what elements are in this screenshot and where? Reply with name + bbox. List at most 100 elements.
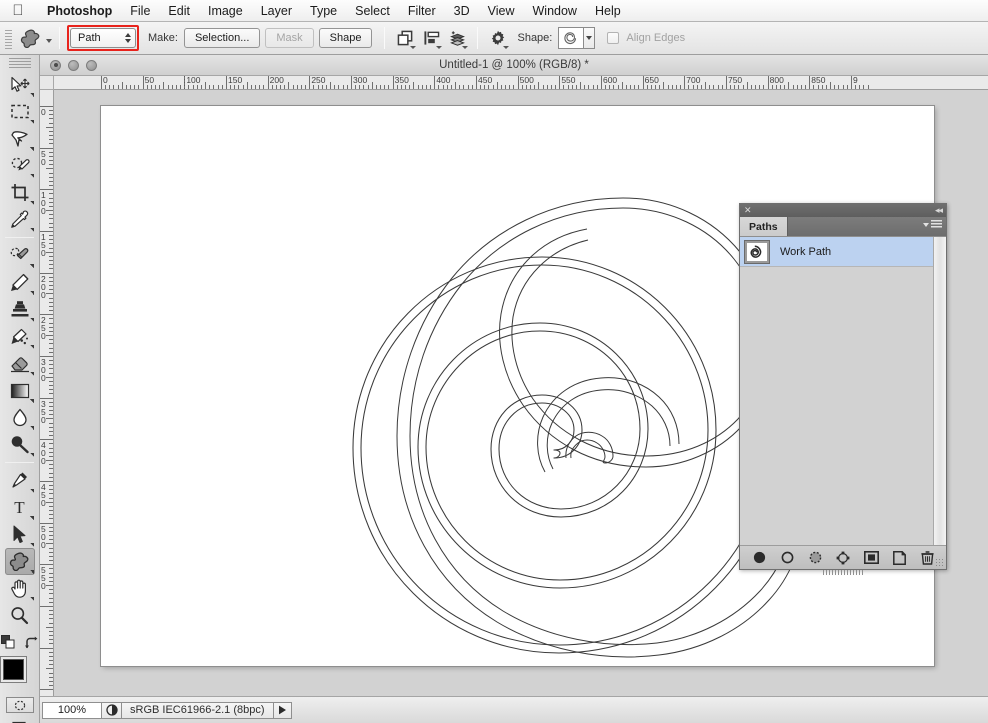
- panel-drag-handle[interactable]: [823, 570, 863, 575]
- ruler-label: 850: [809, 76, 825, 85]
- divider: [477, 27, 478, 49]
- document-info-icon[interactable]: [102, 702, 122, 719]
- quick-selection-tool[interactable]: [5, 152, 35, 179]
- menu-item-file[interactable]: File: [121, 0, 159, 22]
- options-bar-grip[interactable]: [3, 26, 13, 50]
- menu-item-layer[interactable]: Layer: [252, 0, 301, 22]
- flyout-indicator-icon: [30, 489, 34, 493]
- align-edges-checkbox[interactable]: Align Edges: [607, 32, 691, 44]
- menu-item-3d[interactable]: 3D: [445, 0, 479, 22]
- tool-preset-chevron-down-icon[interactable]: [46, 39, 52, 43]
- gear-icon[interactable]: [485, 25, 511, 51]
- flyout-indicator-icon: [30, 426, 34, 430]
- menu-item-window[interactable]: Window: [524, 0, 586, 22]
- play-arrow-icon[interactable]: [274, 702, 292, 719]
- ruler-label: 650: [643, 76, 659, 85]
- checkbox-box[interactable]: [607, 32, 619, 44]
- lasso-tool[interactable]: [5, 125, 35, 152]
- zoom-level-input[interactable]: 100%: [42, 702, 102, 719]
- ruler-label: 100: [41, 191, 49, 215]
- vertical-ruler[interactable]: 050100150200250300350400450500550: [40, 90, 54, 696]
- toolbar-divider: [5, 462, 34, 463]
- ruler-label: 9: [851, 76, 858, 85]
- panel-resize-grip[interactable]: [935, 558, 944, 567]
- quick-mask-icon[interactable]: [6, 697, 34, 713]
- history-brush-tool[interactable]: [5, 323, 35, 350]
- menu-item-photoshop[interactable]: Photoshop: [38, 0, 121, 22]
- menu-item-type[interactable]: Type: [301, 0, 346, 22]
- menu-item-view[interactable]: View: [479, 0, 524, 22]
- foreground-color-swatch[interactable]: [3, 659, 24, 680]
- rectangular-marquee-tool[interactable]: [5, 98, 35, 125]
- menu-item-filter[interactable]: Filter: [399, 0, 445, 22]
- eyedropper-tool[interactable]: [5, 206, 35, 233]
- path-operations-icon[interactable]: [392, 25, 418, 51]
- custom-shape-picker[interactable]: [558, 27, 595, 49]
- panel-scrollbar[interactable]: [933, 237, 946, 545]
- move-tool[interactable]: [5, 71, 35, 98]
- tool-mode-select[interactable]: Path: [70, 28, 136, 48]
- eraser-tool[interactable]: [5, 350, 35, 377]
- pen-tool[interactable]: [5, 467, 35, 494]
- spot-healing-brush-tool[interactable]: [5, 242, 35, 269]
- default-colors-icon[interactable]: [1, 635, 16, 653]
- crop-tool[interactable]: [5, 179, 35, 206]
- dodge-tool[interactable]: [5, 431, 35, 458]
- path-alignment-icon[interactable]: [418, 25, 444, 51]
- add-layer-mask-icon[interactable]: [862, 548, 881, 567]
- ruler-label: 350: [393, 76, 409, 85]
- menu-item-help[interactable]: Help: [586, 0, 630, 22]
- panel-menu-icon[interactable]: [923, 220, 942, 229]
- list-item[interactable]: Work Path: [740, 237, 946, 267]
- panel-title-bar[interactable]: ✕ ◂◂: [740, 204, 946, 217]
- divider: [384, 27, 385, 49]
- flyout-indicator-icon: [30, 516, 34, 520]
- flyout-indicator-icon: [30, 372, 34, 376]
- flyout-indicator-icon: [30, 345, 34, 349]
- divider: [59, 27, 60, 49]
- ruler-label: 0: [41, 108, 49, 116]
- type-tool[interactable]: T: [5, 494, 35, 521]
- blur-tool[interactable]: [5, 404, 35, 431]
- new-path-icon[interactable]: [890, 548, 909, 567]
- tab-paths[interactable]: Paths: [740, 217, 788, 236]
- fill-path-icon[interactable]: [750, 548, 769, 567]
- ruler-label: 200: [41, 275, 49, 299]
- horizontal-ruler[interactable]: 0501001502002503003504004505005506006507…: [54, 76, 988, 90]
- gradient-tool[interactable]: [5, 377, 35, 404]
- flyout-indicator-icon: [30, 120, 34, 124]
- ruler-label: 50: [41, 150, 49, 166]
- clone-stamp-tool[interactable]: [5, 296, 35, 323]
- path-arrangement-icon[interactable]: [444, 25, 470, 51]
- path-selection-tool[interactable]: [5, 521, 35, 548]
- menu-item-select[interactable]: Select: [346, 0, 399, 22]
- brush-tool[interactable]: [5, 269, 35, 296]
- apple-icon[interactable]: : [10, 3, 26, 19]
- menu-item-edit[interactable]: Edit: [159, 0, 199, 22]
- spiral-shape-icon[interactable]: [558, 27, 584, 49]
- collapse-panel-icon[interactable]: ◂◂: [935, 205, 942, 216]
- close-icon[interactable]: ✕: [744, 206, 752, 215]
- load-path-as-selection-icon[interactable]: [806, 548, 825, 567]
- make-shape-button[interactable]: Shape: [319, 28, 373, 48]
- make-mask-button[interactable]: Mask: [265, 28, 313, 48]
- shape-picker-chevron-down-icon[interactable]: [584, 27, 595, 49]
- ruler-corner[interactable]: [40, 76, 54, 90]
- make-work-path-icon[interactable]: [834, 548, 853, 567]
- ruler-label: 100: [184, 76, 200, 85]
- document-title-bar[interactable]: Untitled-1 @ 100% (RGB/8) *: [40, 55, 988, 76]
- ruler-label: 250: [309, 76, 325, 85]
- toolbar-grip[interactable]: [9, 58, 31, 69]
- swap-colors-icon[interactable]: [24, 636, 38, 653]
- stroke-path-icon[interactable]: [778, 548, 797, 567]
- custom-shape-tool[interactable]: [5, 548, 35, 575]
- menu-item-image[interactable]: Image: [199, 0, 252, 22]
- zoom-tool[interactable]: [5, 602, 35, 629]
- ruler-label: 150: [226, 76, 242, 85]
- color-swatches[interactable]: [3, 659, 37, 691]
- delete-path-icon[interactable]: [918, 548, 937, 567]
- active-tool-icon[interactable]: [16, 25, 44, 51]
- paths-list[interactable]: Work Path: [740, 236, 946, 545]
- make-selection-button[interactable]: Selection...: [184, 28, 260, 48]
- hand-tool[interactable]: [5, 575, 35, 602]
